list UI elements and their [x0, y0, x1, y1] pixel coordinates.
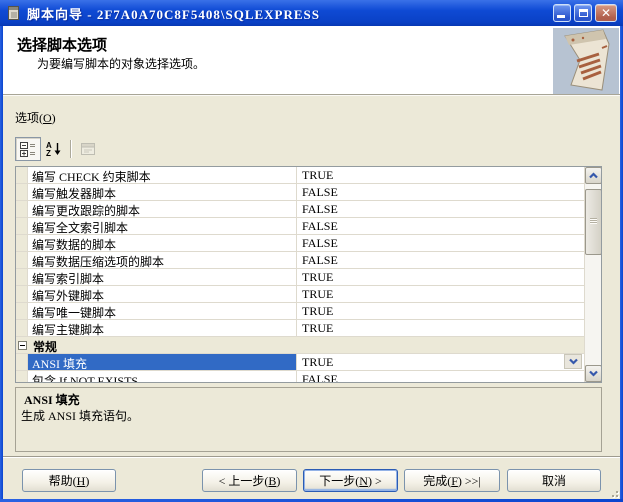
property-value: FALSE: [296, 201, 584, 217]
minimize-icon: [557, 15, 565, 18]
grid-row[interactable]: 编写全文索引脚本 FALSE: [16, 218, 584, 235]
row-margin: [16, 184, 28, 200]
categorized-icon: [20, 141, 36, 157]
alphabetical-sort-button[interactable]: A Z: [41, 137, 67, 161]
maximize-button[interactable]: [574, 4, 592, 22]
resize-grip[interactable]: [606, 485, 618, 497]
grid-row[interactable]: 编写数据压缩选项的脚本 FALSE: [16, 252, 584, 269]
scrollbar-grip-icon: [590, 218, 597, 224]
property-name: 编写主键脚本: [28, 320, 296, 336]
caption-buttons: ✕: [553, 4, 617, 22]
property-name: ANSI 填充: [28, 354, 296, 370]
row-margin: [16, 167, 28, 183]
property-value: FALSE: [296, 371, 584, 382]
property-value: FALSE: [296, 218, 584, 234]
next-button[interactable]: 下一步(N) >: [303, 469, 398, 492]
grid-row[interactable]: 包含 If NOT EXISTS FALSE: [16, 371, 584, 382]
property-name: 包含 If NOT EXISTS: [28, 371, 296, 382]
property-pages-button: [75, 137, 101, 161]
scroll-down-button[interactable]: [585, 365, 602, 382]
grid-rows: 编写 CHECK 约束脚本 TRUE 编写触发器脚本 FALSE 编写更改跟踪的…: [16, 167, 584, 382]
row-margin: [16, 286, 28, 302]
property-value: FALSE: [296, 235, 584, 251]
property-value: TRUE: [296, 320, 584, 336]
grid-row[interactable]: 编写数据的脚本 FALSE: [16, 235, 584, 252]
close-button[interactable]: ✕: [595, 4, 617, 22]
chevron-down-icon: [589, 370, 598, 377]
help-button[interactable]: 帮助(H): [22, 469, 116, 492]
category-name: 常规: [27, 337, 57, 353]
property-value: FALSE: [296, 184, 584, 200]
chevron-down-icon: [569, 358, 578, 365]
finish-button[interactable]: 完成(F) >>|: [404, 469, 500, 492]
separator-line: [3, 456, 620, 458]
window-title: 脚本向导 - 2F7A0A70C8F5408\SQLEXPRESS: [27, 4, 320, 23]
grid-row-selected[interactable]: ANSI 填充 TRUE: [16, 354, 584, 371]
script-wizard-dialog: 脚本向导 - 2F7A0A70C8F5408\SQLEXPRESS ✕ 选择脚本…: [0, 0, 623, 502]
vertical-scrollbar[interactable]: [584, 167, 601, 382]
property-value: TRUE: [296, 286, 584, 302]
row-margin: [16, 218, 28, 234]
property-value: TRUE: [296, 167, 584, 183]
property-name: 编写 CHECK 约束脚本: [28, 167, 296, 183]
row-margin: [16, 320, 28, 336]
collapse-icon[interactable]: [18, 341, 27, 350]
property-name: 编写数据的脚本: [28, 235, 296, 251]
property-name: 编写索引脚本: [28, 269, 296, 285]
script-options-grid: 编写 CHECK 约束脚本 TRUE 编写触发器脚本 FALSE 编写更改跟踪的…: [15, 166, 602, 383]
property-value[interactable]: TRUE: [296, 354, 584, 370]
property-name: 编写触发器脚本: [28, 184, 296, 200]
cancel-button[interactable]: 取消: [507, 469, 601, 492]
property-value: TRUE: [296, 269, 584, 285]
close-icon: ✕: [601, 7, 611, 19]
back-button[interactable]: < 上一步(B): [202, 469, 297, 492]
alphabetical-sort-icon: A Z: [46, 141, 62, 157]
row-margin: [16, 252, 28, 268]
grid-row[interactable]: 编写唯一键脚本 TRUE: [16, 303, 584, 320]
property-name: 编写全文索引脚本: [28, 218, 296, 234]
property-name: 编写数据压缩选项的脚本: [28, 252, 296, 268]
value-dropdown-button[interactable]: [564, 354, 582, 369]
categorized-button[interactable]: [15, 137, 41, 161]
property-grid-toolbar: A Z: [15, 136, 101, 162]
wizard-header: 选择脚本选项 为要编写脚本的对象选择选项。: [3, 26, 620, 95]
chevron-up-icon: [589, 172, 598, 179]
property-description-panel: ANSI 填充 生成 ANSI 填充语句。: [15, 387, 602, 452]
page-subtitle: 为要编写脚本的对象选择选项。: [37, 55, 205, 72]
window-border-left: [0, 26, 3, 502]
scrollbar-thumb[interactable]: [585, 189, 602, 255]
wizard-form-icon: [5, 5, 21, 21]
grid-row[interactable]: 编写外键脚本 TRUE: [16, 286, 584, 303]
row-margin: [16, 235, 28, 251]
scroll-up-button[interactable]: [585, 167, 602, 184]
grid-row[interactable]: 编写索引脚本 TRUE: [16, 269, 584, 286]
description-text: 生成 ANSI 填充语句。: [21, 407, 139, 424]
row-margin: [16, 303, 28, 319]
description-title: ANSI 填充: [24, 391, 80, 408]
grid-row[interactable]: 编写 CHECK 约束脚本 TRUE: [16, 167, 584, 184]
titlebar: 脚本向导 - 2F7A0A70C8F5408\SQLEXPRESS ✕: [0, 0, 623, 26]
property-pages-icon: [80, 141, 96, 157]
grid-row[interactable]: 编写触发器脚本 FALSE: [16, 184, 584, 201]
scroll-paper-illustration: [553, 28, 619, 94]
grid-row[interactable]: 编写更改跟踪的脚本 FALSE: [16, 201, 584, 218]
page-title: 选择脚本选项: [17, 34, 107, 55]
minimize-button[interactable]: [553, 4, 571, 22]
options-label: 选项(O): [15, 109, 56, 126]
svg-text:Z: Z: [46, 149, 51, 157]
property-name: 编写唯一键脚本: [28, 303, 296, 319]
row-margin: [16, 201, 28, 217]
row-margin: [16, 269, 28, 285]
toolbar-separator: [70, 140, 71, 158]
category-row[interactable]: 常规: [16, 337, 584, 354]
property-name: 编写外键脚本: [28, 286, 296, 302]
grid-row[interactable]: 编写主键脚本 TRUE: [16, 320, 584, 337]
maximize-icon: [579, 9, 588, 17]
property-value: TRUE: [296, 303, 584, 319]
property-name: 编写更改跟踪的脚本: [28, 201, 296, 217]
row-margin: [16, 371, 28, 382]
property-value: FALSE: [296, 252, 584, 268]
row-margin: [16, 354, 28, 370]
